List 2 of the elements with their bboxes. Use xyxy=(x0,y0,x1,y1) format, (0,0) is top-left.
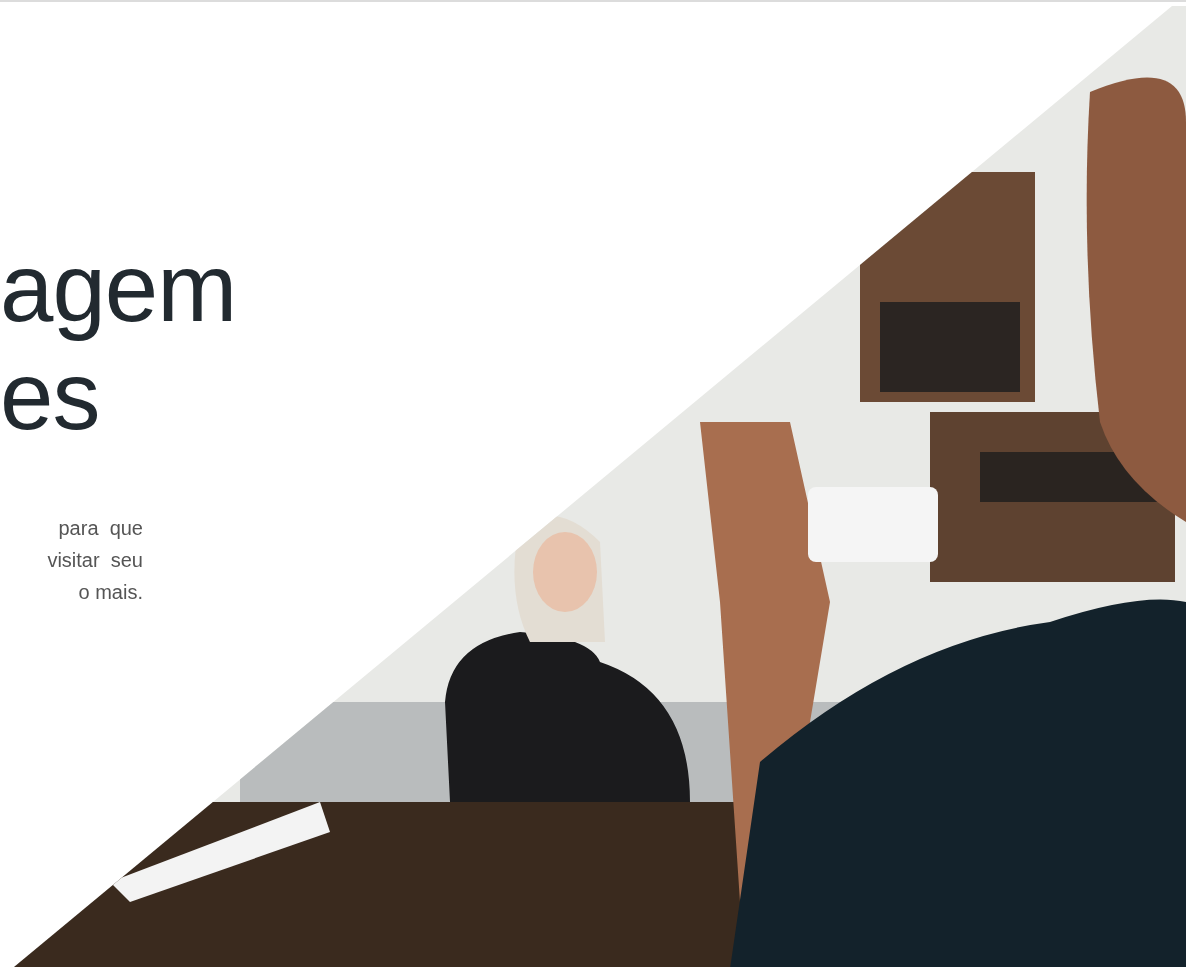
heading: agem es xyxy=(0,234,237,450)
paragraph: para que visitar seu o mais. xyxy=(46,516,143,605)
